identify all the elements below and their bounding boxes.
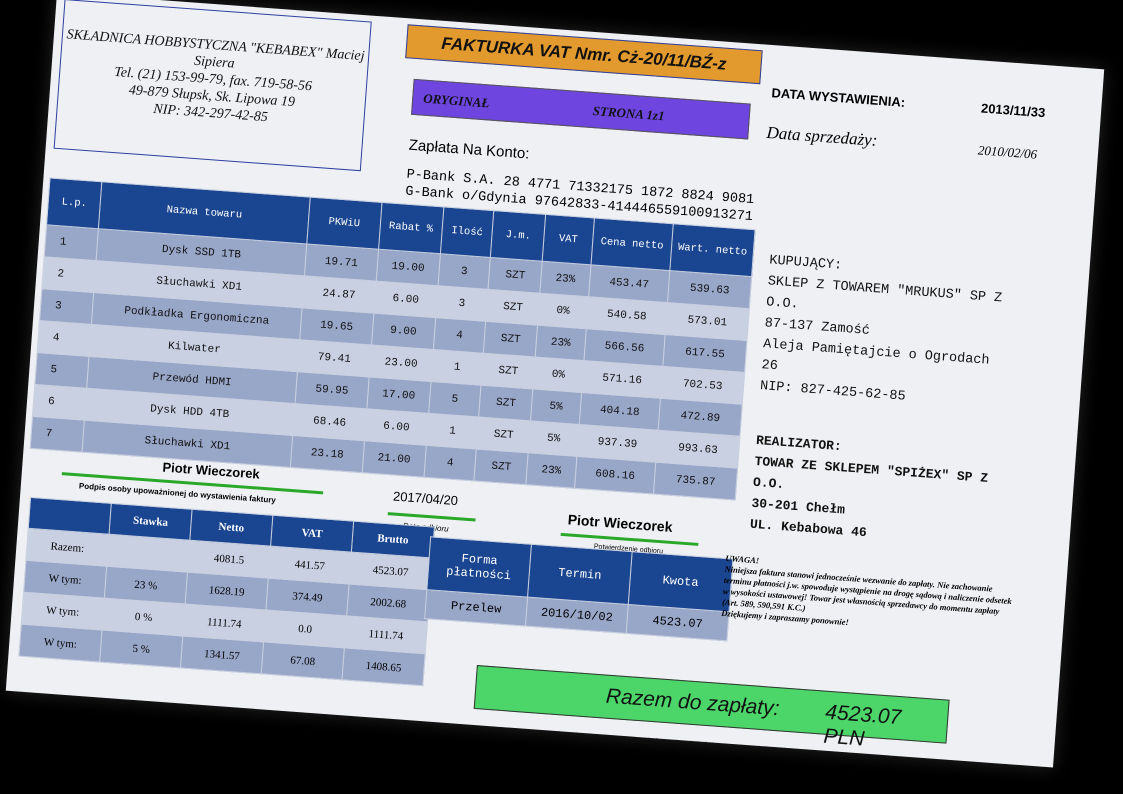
- table-cell: 2: [41, 256, 97, 293]
- table-cell: 9.00: [371, 313, 436, 350]
- table-cell: 4: [423, 445, 477, 481]
- issue-date-value: 2013/11/33: [980, 100, 1046, 121]
- table-cell: 79.41: [297, 339, 372, 377]
- col-header: Kwota: [628, 551, 733, 612]
- table-cell: 1408.65: [341, 647, 426, 686]
- table-cell: 4: [433, 317, 486, 354]
- table-cell: 608.16: [574, 456, 657, 495]
- col-header: VAT: [542, 214, 595, 265]
- table-cell: 1: [430, 349, 484, 386]
- table-cell: 23.00: [368, 344, 434, 382]
- col-header: Ilość: [440, 206, 494, 258]
- table-cell: 1: [426, 413, 479, 449]
- sale-date-value: 2010/02/06: [977, 142, 1038, 162]
- table-cell: 19.71: [304, 243, 379, 282]
- col-header: Forma płatności: [426, 536, 532, 598]
- table-cell: 1341.57: [180, 635, 264, 674]
- page-label: STRONA 1z1: [592, 103, 666, 124]
- original-label: ORYGINAŁ: [422, 90, 490, 111]
- invoice-title: FAKTURKA VAT Nmr. Cż-20/11/BŹ-z: [405, 24, 763, 85]
- original-banner: ORYGINAŁ STRONA 1z1: [411, 78, 751, 140]
- table-cell: 67.08: [261, 641, 345, 680]
- table-cell: 24.87: [301, 275, 376, 314]
- table-cell: 5: [34, 352, 90, 389]
- table-cell: 23%: [535, 325, 586, 361]
- table-cell: 2016/10/02: [525, 597, 629, 634]
- table-cell: 735.87: [653, 462, 738, 501]
- table-cell: 23.18: [290, 435, 365, 473]
- total-label: Razem do zapłaty:: [605, 684, 781, 721]
- col-header: Cena netto: [590, 217, 674, 271]
- invoice-paper: SKŁADNICA HOBBYSTYCZNA "KEBABEX" Maciej …: [5, 0, 1105, 768]
- payment-account-label: Zapłata Na Konto:: [408, 136, 531, 163]
- col-header: L.p.: [46, 177, 102, 229]
- table-cell: SZT: [474, 448, 529, 485]
- table-cell: 21.00: [361, 440, 427, 478]
- table-cell: 59.95: [294, 371, 369, 409]
- table-cell: 3: [435, 285, 489, 322]
- table-cell: 3: [39, 288, 94, 325]
- table-cell: 0%: [533, 357, 584, 393]
- table-cell: 4523.07: [626, 604, 729, 641]
- notice-block: UWAGA! Niniejsza faktura stanowi jednocz…: [721, 553, 1015, 640]
- table-cell: SZT: [483, 321, 538, 358]
- table-cell: 5%: [528, 420, 579, 457]
- col-header: Termin: [527, 544, 633, 605]
- table-cell: 1: [44, 224, 99, 261]
- table-cell: 6.00: [373, 281, 438, 318]
- items-table: L.p. Nazwa towaru PKWiU Rabat % Ilość J.…: [30, 177, 756, 501]
- table-cell: 5 %: [99, 629, 183, 668]
- issue-date-label: DATA WYSTAWIENIA:: [771, 85, 906, 110]
- table-cell: 6: [32, 384, 87, 421]
- table-cell: SZT: [485, 289, 541, 326]
- vat-summary-table: Stawka Netto VAT Brutto Razem: 4081.5 44…: [18, 497, 435, 686]
- table-cell: 3: [437, 253, 491, 290]
- table-cell: SZT: [478, 385, 534, 421]
- table-cell: 23%: [526, 452, 577, 489]
- table-cell: 19.00: [375, 249, 441, 286]
- table-cell: 17.00: [366, 376, 431, 414]
- table-cell: 5%: [530, 388, 582, 425]
- realizer-block: REALIZATOR: TOWAR ZE SKLEPEM "SPIŻEX" SP…: [749, 430, 990, 552]
- receipt-date-line: [387, 512, 476, 522]
- payment-table: Forma płatności Termin Kwota Przelew 201…: [424, 536, 733, 641]
- table-cell: SZT: [476, 417, 531, 453]
- table-cell: 68.46: [292, 403, 367, 441]
- buyer-block: KUPUJĄCY: SKLEP Z TOWAREM "MRUKUS" SP Z …: [759, 250, 1004, 414]
- receiver-signature-line: [560, 532, 699, 546]
- col-header: Rabat %: [378, 202, 444, 254]
- table-cell: 5: [428, 381, 482, 418]
- table-cell: 6.00: [364, 408, 429, 446]
- table-cell: 0%: [537, 293, 589, 329]
- col-header: J.m.: [490, 210, 546, 262]
- total-box: Razem do zapłaty: 4523.07 PLN: [473, 665, 950, 751]
- table-cell: 23%: [540, 261, 591, 297]
- seller-box: SKŁADNICA HOBBYSTYCZNA "KEBABEX" Maciej …: [53, 0, 372, 172]
- table-cell: SZT: [481, 353, 536, 389]
- table-cell: W tym:: [18, 624, 102, 662]
- table-cell: SZT: [488, 257, 543, 294]
- col-header: Wart. netto: [670, 223, 756, 277]
- table-cell: 4: [37, 320, 92, 357]
- table-cell: 19.65: [299, 307, 374, 345]
- table-cell: 7: [30, 416, 85, 453]
- table-cell: Przelew: [424, 589, 528, 626]
- receiver-signature-name: Piotr Wieczorek: [567, 511, 674, 535]
- receipt-date-value: 2017/04/20: [392, 488, 459, 509]
- amount-in-words: Słownie: Cztery tysiące pięćset dwadzieś…: [551, 728, 849, 761]
- sale-date-label: Data sprzedaży:: [766, 122, 879, 150]
- col-header: PKWiU: [306, 197, 382, 250]
